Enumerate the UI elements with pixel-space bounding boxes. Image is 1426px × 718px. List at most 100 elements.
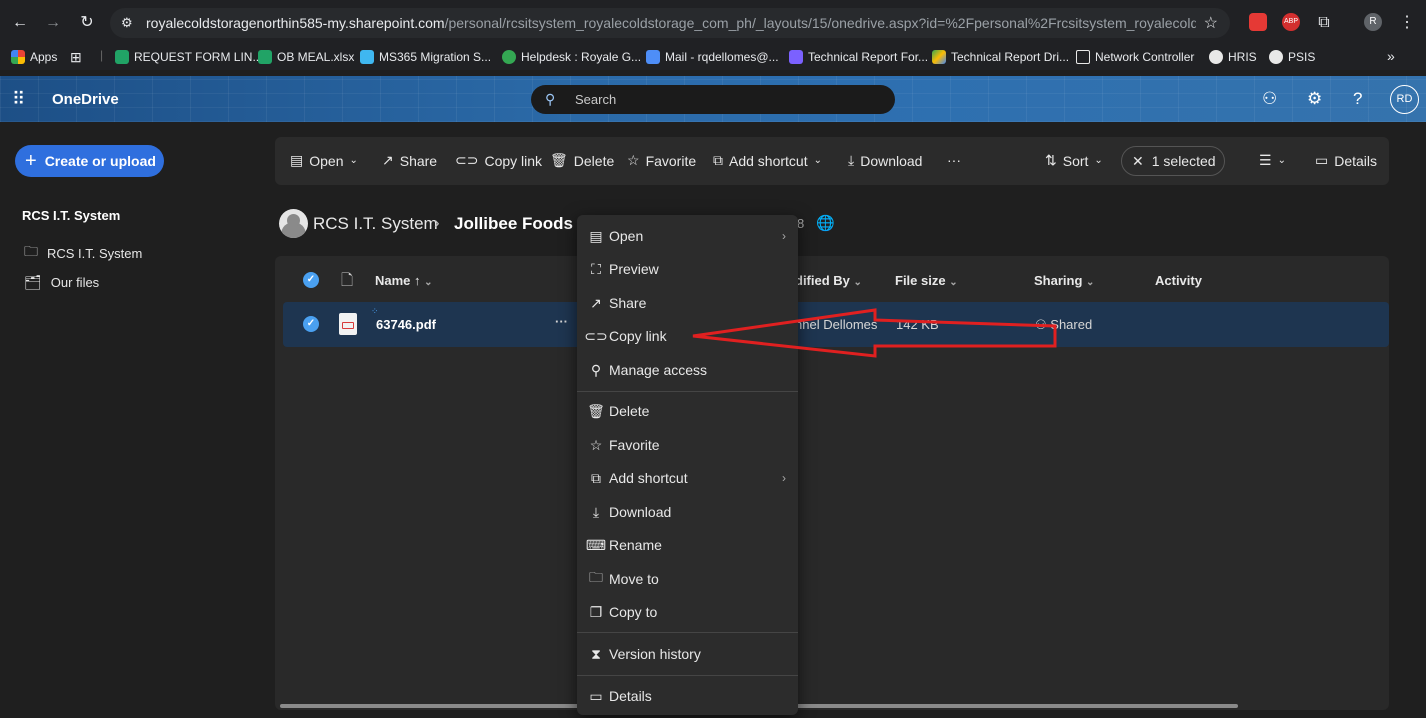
copy-link-command[interactable]: ⊂⊃ Copy link [455,152,542,169]
link-icon: ⊂⊃ [455,152,479,168]
adblock-plus-icon[interactable]: ABP [1282,13,1300,31]
menu-item-version-history[interactable]: ⧗ Version history [577,640,798,668]
bookmark-star-icon[interactable]: ☆ [1204,13,1218,33]
forward-arrow-icon[interactable]: → [42,12,64,34]
bookmark-mail[interactable]: Mail - rqdellomes@... [646,50,779,64]
selection-pill[interactable]: ✕ 1 selected [1121,146,1225,176]
back-arrow-icon[interactable]: ← [9,12,31,34]
bookmark-ob-meal[interactable]: OB MEAL.xlsx [258,50,354,64]
breadcrumb-current[interactable]: Jollibee Foods C [454,214,579,234]
select-all-checkbox[interactable]: ✓ [303,272,319,288]
app-launcher-icon[interactable]: ⠿ [12,89,32,109]
file-name[interactable]: 63746.pdf [376,317,436,332]
menu-item-share[interactable]: ↗ Share [577,289,798,317]
nav-section-title: RCS I.T. System [22,208,121,223]
create-or-upload-button[interactable]: + Create or upload [15,145,164,177]
sort-command[interactable]: ⇅ Sort ⌄ [1045,152,1103,169]
table-row[interactable]: ✓ ⁘ 63746.pdf ··· nhel Dellomes 142 KB ⚇… [283,302,1389,347]
column-header-modified-by[interactable]: dified By ⌄ [795,273,862,288]
menu-item-preview[interactable]: ⛶ Preview [577,255,798,283]
bookmark-technical-report-drive[interactable]: Technical Report Dri... [932,50,1069,64]
column-header-file-size[interactable]: File size ⌄ [895,273,958,288]
sidebar-item-rcs-it-system[interactable]: 🗀 RCS I.T. System [24,241,142,265]
bookmark-apps[interactable]: Apps [11,50,57,64]
people-icon: ⚇ [1035,317,1047,332]
details-icon: ▭ [1315,152,1329,168]
menu-item-copy-link[interactable]: ⊂⊃ Copy link [577,322,798,350]
menu-item-download[interactable]: ⤓ Download [577,498,798,526]
breadcrumb-root[interactable]: RCS I.T. System [313,214,438,234]
delete-command[interactable]: 🗑 Delete [550,152,614,169]
reload-icon[interactable]: ↻ [76,12,98,34]
share-icon: ↗ [590,294,602,311]
menu-item-rename[interactable]: ⌨ Rename [577,531,798,559]
tab-groups-icon[interactable]: ⊞ [70,49,82,66]
menu-item-copy-to[interactable]: ❐ Copy to [577,598,798,626]
breadcrumb-chevron-icon: › [434,213,440,232]
bookmark-technical-report-forms[interactable]: Technical Report For... [789,50,928,64]
menu-item-delete[interactable]: 🗑 Delete [577,397,798,425]
pdf-file-icon [339,313,357,335]
url-text: royalecoldstoragenorthin585-my.sharepoin… [146,15,1196,31]
open-command[interactable]: ▤ Open ⌄ [290,152,358,169]
extensions-puzzle-icon[interactable]: ⧉ [1313,12,1335,34]
menu-item-favorite[interactable]: ☆ Favorite [577,431,798,459]
account-avatar[interactable]: RD [1390,85,1419,114]
download-command[interactable]: ⤓ Download [848,152,922,169]
command-bar: ▤ Open ⌄ ↗ Share ⊂⊃ Copy link 🗑 Delete ☆ Favor… [275,137,1389,185]
column-header-activity[interactable]: Activity [1155,273,1202,288]
add-shortcut-command[interactable]: ⧉ Add shortcut ⌄ [713,152,822,169]
bookmark-hris[interactable]: HRIS [1209,50,1257,64]
globe-icon [1209,50,1223,64]
share-people-icon[interactable]: ⚇ [1262,89,1277,109]
globe-icon[interactable]: 🌐 [816,214,835,232]
bookmark-helpdesk[interactable]: Helpdesk : Royale G... [502,50,641,64]
column-header-name[interactable]: Name ↑ ⌄ [375,273,433,288]
row-checkbox[interactable]: ✓ [303,316,319,332]
favorite-command[interactable]: ☆ Favorite [627,152,696,169]
profile-avatar[interactable]: R [1364,13,1382,31]
owner-avatar [279,209,308,238]
menu-item-manage-access[interactable]: ⚲ Manage access [577,356,798,384]
menu-item-move-to[interactable]: 🗀 Move to [577,565,798,593]
drive-icon [932,50,946,64]
app-brand[interactable]: OneDrive [52,91,119,108]
column-header-sharing[interactable]: Sharing ⌄ [1034,273,1094,288]
sheet-icon [115,50,129,64]
address-bar[interactable]: ⚙ royalecoldstoragenorthin585-my.sharepo… [110,8,1230,38]
search-box[interactable]: ⚲ Search [531,85,895,114]
share-command[interactable]: ↗ Share [382,152,437,169]
menu-item-add-shortcut[interactable]: ⧉ Add shortcut › [577,464,798,492]
rename-icon: ⌨ [585,536,607,553]
menu-item-open[interactable]: ▤ Open › [577,222,798,250]
person-icon: ⚲ [590,361,602,378]
close-icon[interactable]: ✕ [1132,153,1144,170]
details-command[interactable]: ▭ Details [1315,152,1377,169]
bookmark-psis[interactable]: PSIS [1269,50,1315,64]
sharing-status: ⚇ Shared [1035,317,1093,332]
extension-red-icon[interactable] [1249,13,1267,31]
shortcut-icon: ⧉ [591,469,601,486]
bookmark-ms365-migration[interactable]: MS365 Migration S... [360,50,491,64]
row-more-button[interactable]: ··· [555,314,568,329]
bookmark-request-form[interactable]: REQUEST FORM LIN... [115,50,262,64]
help-icon[interactable]: ? [1353,89,1362,109]
chevron-down-icon: ⌄ [424,277,433,288]
onedrive-header: ⠿ OneDrive ⚲ Search ⚇ ⚙ ? RD [0,76,1426,122]
bookmark-network-controller[interactable]: Network Controller [1076,50,1194,64]
more-bookmarks-icon[interactable]: » [1387,48,1395,64]
site-info-icon[interactable]: ⚙ [121,15,133,31]
share-icon: ↗ [382,152,394,168]
breadcrumb-extra: 8 [797,216,805,231]
menu-divider [577,675,798,676]
more-commands-button[interactable]: ··· [947,152,961,168]
search-icon: ⚲ [545,91,556,107]
settings-gear-icon[interactable]: ⚙ [1307,89,1322,109]
mail-icon [646,50,660,64]
browser-menu-icon[interactable]: ⋮ [1396,12,1418,34]
menu-divider [577,632,798,633]
sidebar-item-our-files[interactable]: 🗂 Our files [24,274,99,291]
view-options-button[interactable]: ☰ ⌄ [1259,152,1286,169]
menu-item-details[interactable]: ▭ Details [577,682,798,710]
chevron-right-icon: › [782,471,786,485]
